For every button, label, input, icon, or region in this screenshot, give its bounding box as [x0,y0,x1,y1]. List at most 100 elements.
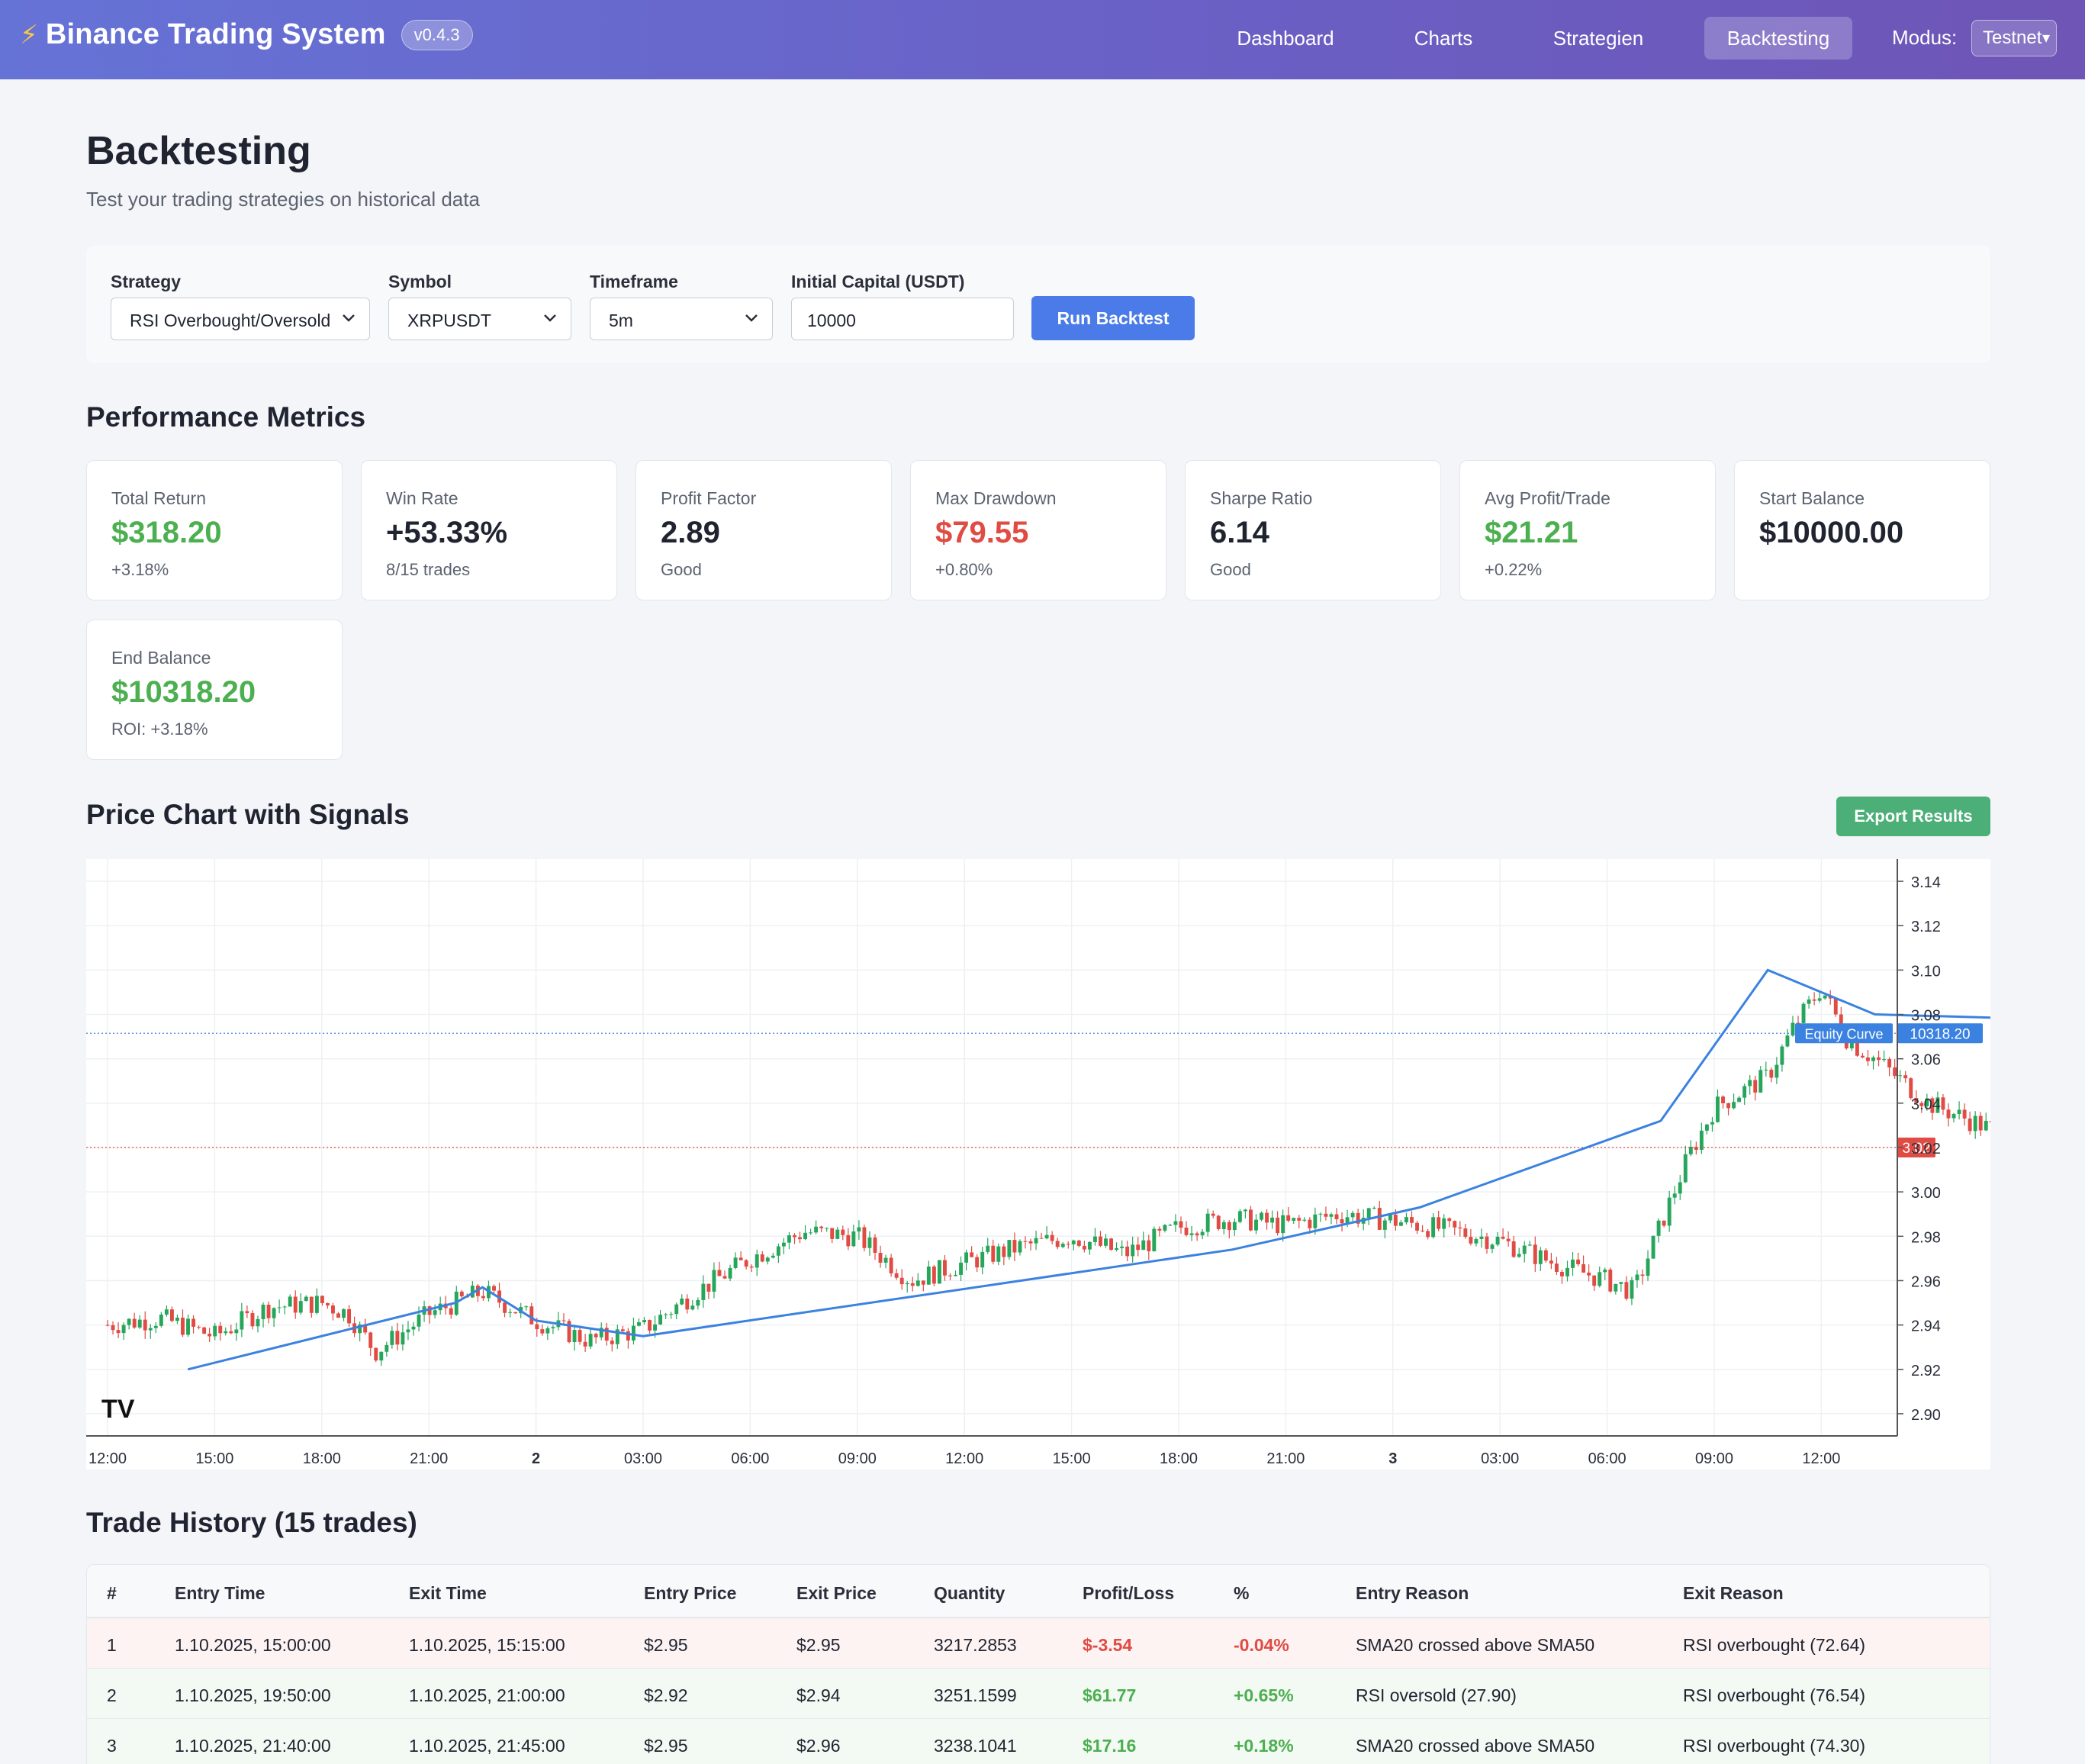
metric-card-max-drawdown: Max Drawdown $79.55 +0.80% [910,460,1166,600]
x-tick-label: 12:00 [945,1450,983,1467]
metric-card-sharpe-ratio: Sharpe Ratio 6.14 Good [1185,460,1441,600]
cell-percent: +0.18% [1234,1736,1294,1756]
candle-body [1082,1245,1086,1250]
candle-body [1587,1272,1591,1276]
candle-body [1350,1212,1355,1218]
candle-body [631,1325,635,1341]
y-tick-label: 3.12 [1911,919,1941,935]
strategy-select[interactable]: RSI Overbought/Oversold [111,298,370,340]
col-profit-loss[interactable]: Profit/Loss [1083,1583,1174,1604]
candle-body [1721,1096,1725,1103]
candle-body [250,1313,255,1327]
candle-body [1581,1263,1586,1273]
candle-body [1216,1215,1221,1229]
modus-select[interactable]: Testnet ▾ [1971,20,2057,56]
candle-body [1447,1218,1452,1222]
candle-body [926,1267,931,1285]
candle-body [540,1329,545,1334]
candle-body [1614,1283,1618,1292]
candle-body [1254,1219,1258,1231]
candle-body [1807,999,1811,1004]
candle-body [1055,1241,1060,1247]
export-results-button[interactable]: Export Results [1836,797,1990,836]
capital-input[interactable]: 10000 [791,298,1014,340]
candle-body [298,1301,303,1313]
candle-body [202,1327,207,1334]
candle-body [851,1231,856,1247]
cell-quantity: 3217.2853 [934,1635,1017,1655]
col-entry-time[interactable]: Entry Time [175,1583,265,1604]
cell-exit-time: 1.10.2025, 15:15:00 [409,1635,565,1655]
candle-body [508,1312,513,1313]
table-row[interactable]: 2 1.10.2025, 19:50:00 1.10.2025, 21:00:0… [87,1669,1990,1719]
candle-body [1543,1250,1548,1261]
brand[interactable]: ⚡ Binance Trading System v0.4.3 [20,18,473,51]
metric-value: 6.14 [1210,516,1269,549]
candle-body [213,1325,217,1337]
candle-body [809,1232,813,1234]
x-tick-label: 03:00 [624,1450,662,1467]
candle-body [1012,1240,1017,1253]
metric-sub: +3.18% [111,560,169,579]
candle-body [1506,1238,1511,1241]
candle-body [1136,1244,1141,1251]
candle-body [1060,1244,1065,1247]
nav-charts[interactable]: Charts [1396,17,1491,60]
metric-sub: ROI: +3.18% [111,719,208,739]
candle-body [835,1229,840,1239]
candle-body [1388,1215,1392,1221]
candle-body [803,1232,808,1240]
candle-body [1941,1097,1945,1110]
capital-label: Initial Capital (USDT) [791,272,965,291]
candle-body [309,1296,314,1313]
candle-body [1753,1080,1758,1093]
cell-exit-price: $2.94 [796,1685,841,1705]
run-backtest-button[interactable]: Run Backtest [1031,296,1195,340]
candle-body [771,1255,775,1258]
candle-body [894,1273,899,1278]
chevron-down-icon [343,314,355,322]
candle-body [1157,1228,1162,1231]
col-exit-price[interactable]: Exit Price [796,1583,877,1604]
table-row[interactable]: 3 1.10.2025, 21:40:00 1.10.2025, 21:45:0… [87,1719,1990,1764]
candle-body [1903,1075,1908,1079]
candle-body [706,1283,711,1292]
candle-body [1817,998,1822,1001]
nav-backtesting[interactable]: Backtesting [1704,17,1852,60]
col-entry-reason[interactable]: Entry Reason [1356,1583,1469,1604]
candle-body [1554,1263,1559,1273]
candle-body [717,1270,722,1276]
candle-body [1039,1238,1044,1239]
nav-strategien[interactable]: Strategien [1533,17,1663,60]
price-chart[interactable]: 3.02 Equity Curve 10318.20 3.14 3.12 3.10 3.0… [86,859,1990,1469]
candle-body [862,1227,867,1248]
candle-body [1366,1208,1371,1218]
candle-body [1635,1274,1639,1280]
col-percent[interactable]: % [1234,1583,1249,1604]
col-exit-time[interactable]: Exit Time [409,1583,487,1604]
candle-body [1549,1260,1553,1264]
table-row[interactable]: 1 1.10.2025, 15:00:00 1.10.2025, 15:15:0… [87,1618,1990,1669]
candle-body [449,1308,453,1315]
metric-sub: +0.80% [935,560,993,579]
cell-quantity: 3251.1599 [934,1685,1017,1705]
timeframe-select[interactable]: 5m [590,298,773,340]
col-quantity[interactable]: Quantity [934,1583,1005,1604]
col-entry-price[interactable]: Entry Price [644,1583,736,1604]
candle-body [690,1305,695,1310]
cell-exit-reason: RSI overbought (76.54) [1683,1685,1866,1705]
symbol-select[interactable]: XRPUSDT [388,298,571,340]
candle-body [513,1312,518,1314]
candle-body [1683,1154,1688,1183]
candle-body [1592,1275,1597,1286]
chevron-down-icon [544,314,556,322]
candle-body [722,1276,727,1279]
nav-dashboard[interactable]: Dashboard [1221,17,1350,60]
candle-body [642,1320,646,1322]
candle-body [336,1313,340,1318]
candle-body [385,1344,389,1352]
col-exit-reason[interactable]: Exit Reason [1683,1583,1784,1604]
price-chart-svg[interactable]: 3.02Equity Curve 10318.20 3.143.123.103.0… [86,859,1990,1469]
cell-percent: -0.04% [1234,1635,1289,1655]
col-number[interactable]: # [107,1583,117,1604]
